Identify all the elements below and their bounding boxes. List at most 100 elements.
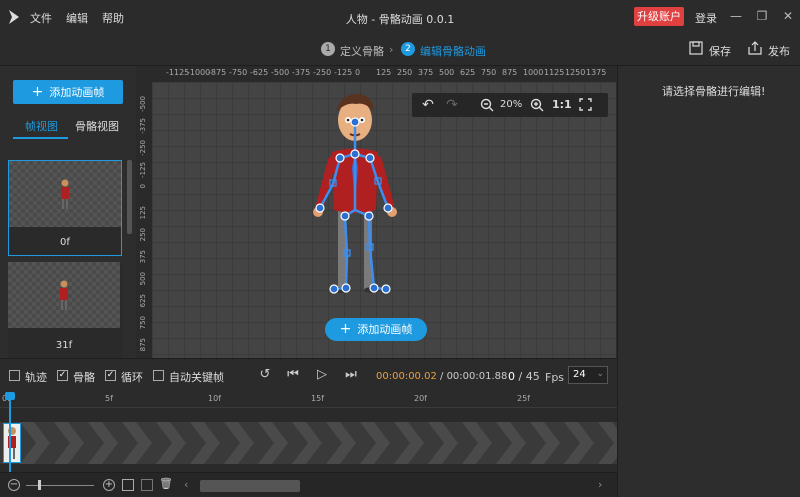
timeline-tick-label: 5f — [105, 394, 113, 403]
step-1-badge: 1 — [321, 42, 335, 56]
track-chevron — [122, 422, 152, 464]
animation-track[interactable] — [0, 422, 617, 464]
ruler-top-label: -625 — [250, 68, 269, 77]
track-chevron — [496, 422, 526, 464]
ruler-left-label: 500 — [139, 272, 147, 286]
keyframe-0[interactable] — [3, 423, 21, 463]
track-chevron — [190, 422, 220, 464]
timeline-scrollbar[interactable] — [200, 480, 300, 492]
timeline-tick-label: 25f — [517, 394, 530, 403]
timeline-zoom-slider[interactable] — [26, 485, 94, 486]
zoom-out-icon[interactable] — [480, 98, 494, 112]
auto-keyframe-checkbox[interactable] — [153, 370, 164, 381]
frame-thumbnail-0f[interactable]: 0f — [8, 160, 122, 256]
ruler-left-label: 750 — [139, 316, 147, 330]
step-edit-animation[interactable]: 编辑骨骼动画 — [420, 43, 486, 59]
publish-button[interactable]: 发布 — [768, 43, 790, 59]
ruler-left-label: -500 — [139, 96, 147, 112]
zoom-out-timeline-icon[interactable]: − — [8, 479, 20, 491]
ruler-top-label: 125 — [376, 68, 392, 77]
tab-skeleton-view[interactable]: 骨骼视图 — [75, 118, 119, 134]
plus-icon: + — [339, 321, 352, 337]
ruler-left-label: 875 — [139, 338, 147, 352]
zoom-in-icon[interactable] — [530, 98, 544, 112]
timeline-tick-label: 15f — [311, 394, 324, 403]
frame-counter: 0 / 45 — [508, 370, 540, 383]
chevron-right-icon: › — [389, 43, 394, 56]
track-chevron — [360, 422, 390, 464]
ruler-left-label: -125 — [139, 162, 147, 178]
restore-icon[interactable]: ❐ — [754, 8, 770, 24]
ruler-top-label: 1375 — [586, 68, 607, 77]
zoom-in-timeline-icon[interactable]: + — [103, 479, 115, 491]
frame-preview — [8, 262, 120, 328]
save-icon[interactable] — [689, 41, 703, 55]
zoom-level: 20% — [500, 99, 523, 110]
frame-current: 0 — [508, 370, 515, 383]
bones-checkbox[interactable]: ✓ — [57, 370, 68, 381]
time-separator: / — [436, 371, 447, 382]
character-mini-icon — [8, 427, 16, 459]
track-chevron — [598, 422, 617, 464]
playhead-handle[interactable] — [5, 392, 15, 400]
ruler-top-label: -1125 — [166, 68, 190, 77]
ruler-top: -1125 -1000 -875 -750 -625 -500 -375 -250 -125 0 1… — [136, 66, 616, 82]
ruler-top-label: -250 — [313, 68, 332, 77]
copy-frame-icon[interactable] — [122, 479, 134, 491]
track-chevron — [20, 422, 50, 464]
ruler-left-label: -375 — [139, 118, 147, 134]
redo-icon[interactable]: ↷ — [444, 97, 460, 113]
timeline-ruler: 0f5f10f15f20f25f — [0, 392, 617, 408]
character-mini-icon — [61, 179, 69, 209]
time-display: 00:00:00.02 / 00:00:01.88 — [376, 371, 507, 382]
fullscreen-icon[interactable] — [579, 98, 592, 111]
upgrade-button[interactable]: 升级账户 — [634, 7, 684, 26]
bones-label: 骨骼 — [73, 371, 95, 384]
frame-thumbnail-31f[interactable]: 31f — [8, 262, 122, 358]
current-time: 00:00:00.02 — [376, 371, 437, 382]
ruler-left-label: -250 — [139, 140, 147, 156]
reset-icon[interactable]: ↺ — [257, 367, 273, 383]
tab-underline — [13, 137, 68, 139]
character-mini-icon — [60, 280, 68, 310]
ruler-top-label: -1000 — [187, 68, 211, 77]
trail-checkbox[interactable] — [9, 370, 20, 381]
minimize-icon[interactable]: — — [728, 8, 744, 24]
auto-keyframe-label: 自动关键帧 — [169, 371, 224, 384]
scroll-right-icon[interactable]: › — [598, 478, 602, 491]
frame-total: / 45 — [515, 370, 540, 383]
ruler-top-label: 750 — [481, 68, 497, 77]
fps-select[interactable]: 24 ⌄ — [568, 366, 608, 384]
ruler-top-label: 1125 — [544, 68, 565, 77]
save-button[interactable]: 保存 — [709, 43, 731, 59]
close-icon[interactable]: ✕ — [780, 8, 796, 24]
track-chevron — [88, 422, 118, 464]
loop-label: 循环 — [121, 371, 143, 384]
ruler-top-label: 250 — [397, 68, 413, 77]
previous-frame-icon[interactable]: ⏮ — [285, 367, 301, 383]
actual-size-button[interactable]: 1:1 — [552, 98, 572, 111]
login-button[interactable]: 登录 — [695, 10, 717, 26]
ruler-left-label: 0 — [139, 184, 147, 189]
ruler-top-label: 625 — [460, 68, 476, 77]
loop-checkbox[interactable]: ✓ — [105, 370, 116, 381]
next-frame-icon[interactable]: ⏭ — [343, 367, 359, 383]
tab-frame-view[interactable]: 帧视图 — [25, 118, 58, 134]
scroll-left-icon[interactable]: ‹ — [184, 478, 188, 491]
frame-list-scrollbar[interactable] — [127, 160, 132, 234]
add-frame-button[interactable]: + 添加动画帧 — [13, 80, 123, 104]
undo-icon[interactable]: ↶ — [420, 97, 436, 113]
timeline-zoom-thumb[interactable] — [38, 480, 41, 490]
step-2-badge: 2 — [401, 42, 415, 56]
delete-frame-icon[interactable]: 🗑 — [159, 478, 173, 490]
playhead[interactable] — [9, 392, 11, 472]
publish-icon[interactable] — [748, 41, 762, 55]
fps-label: Fps — [545, 371, 565, 384]
play-icon[interactable]: ▷ — [314, 367, 330, 383]
ruler-top-label: 875 — [502, 68, 518, 77]
character-rig[interactable] — [300, 90, 410, 300]
step-define-skeleton[interactable]: 定义骨骼 — [340, 43, 384, 59]
ruler-top-label: 1000 — [523, 68, 544, 77]
paste-frame-icon[interactable] — [141, 479, 153, 491]
add-frame-canvas-button[interactable]: + 添加动画帧 — [325, 318, 427, 341]
